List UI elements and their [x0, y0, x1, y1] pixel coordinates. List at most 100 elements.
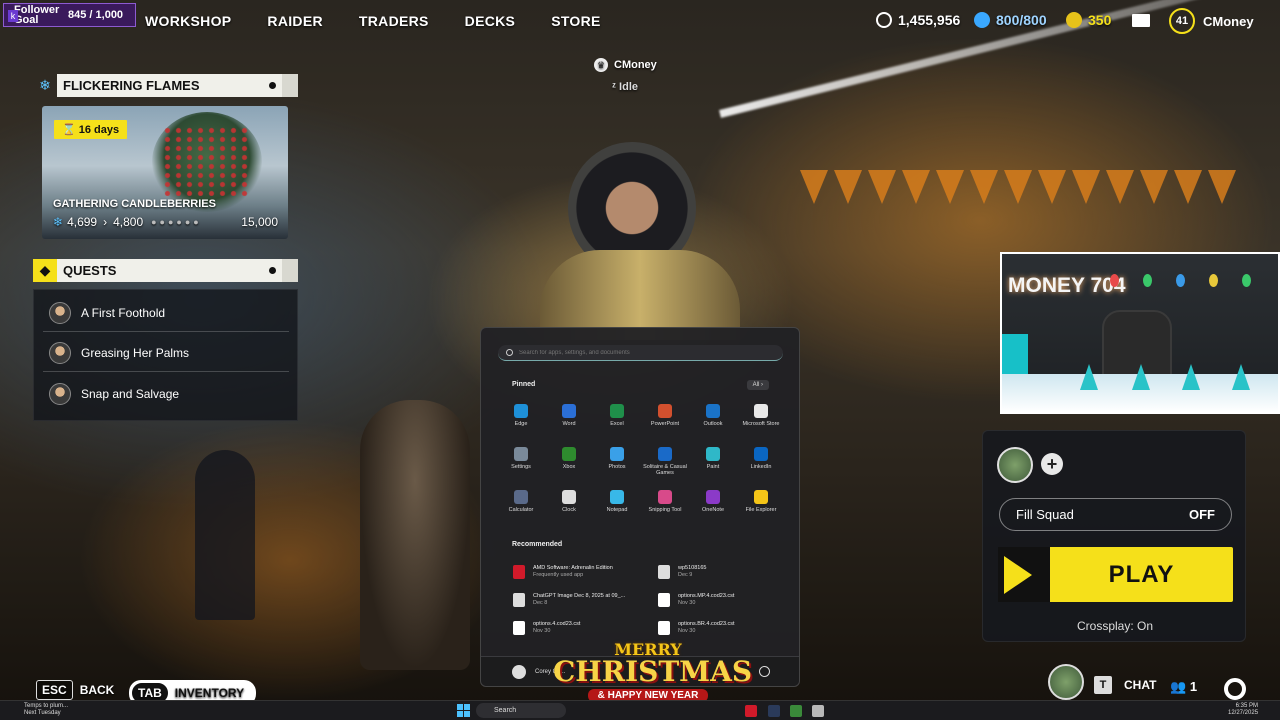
pinned-app-calculator[interactable]: Calculator: [497, 490, 545, 522]
recommended-title: Recommended: [512, 541, 563, 548]
player-tag: ♛ CMoney: [594, 58, 657, 72]
pinned-app-excel[interactable]: Excel: [593, 404, 641, 436]
squad-avatar[interactable]: [997, 447, 1033, 483]
chat-hint[interactable]: T CHAT: [1094, 676, 1156, 694]
quests-header[interactable]: ◆ QUESTS: [33, 259, 298, 282]
fill-squad-toggle[interactable]: Fill Squad OFF: [999, 498, 1232, 531]
pinned-app-snipping-tool[interactable]: Snipping Tool: [641, 490, 689, 522]
taskbar-clock[interactable]: 6:35 PM 12/27/2025: [1228, 703, 1258, 717]
friends-count[interactable]: 👥 1: [1170, 679, 1197, 695]
add-squad-member-button[interactable]: +: [1041, 453, 1063, 475]
mail-icon[interactable]: [1132, 14, 1150, 27]
pinned-app-notepad[interactable]: Notepad: [593, 490, 641, 522]
follower-goal-widget: k Follower Goal 845 / 1,000: [3, 3, 136, 27]
pinned-app-word[interactable]: Word: [545, 404, 593, 436]
recommended-item[interactable]: wp5108165 Dec 9: [658, 565, 798, 587]
pinned-app-label: Snipping Tool: [648, 507, 682, 513]
start-search[interactable]: [498, 345, 783, 361]
quest-item[interactable]: Greasing Her Palms: [43, 335, 289, 372]
amd-icon[interactable]: [745, 705, 757, 717]
pinned-app-label: OneNote: [701, 507, 724, 513]
recommended-item[interactable]: options.MP.4.cod23.cst Nov 30: [658, 593, 798, 615]
gear-icon[interactable]: [1224, 678, 1246, 700]
weather-widget[interactable]: Temps to plum... Next Tuesday: [24, 703, 68, 717]
player-status: ᶻ Idle: [612, 81, 638, 93]
recommended-name: wp5108165: [678, 565, 707, 571]
token-icon: [1066, 12, 1082, 28]
event-name: GATHERING CANDLEBERRIES: [53, 198, 216, 210]
snipping-tool-icon: [658, 490, 672, 504]
windows-taskbar: Temps to plum... Next Tuesday Search 6:3…: [0, 700, 1280, 720]
follower-goal-value: 845 / 1,000: [68, 9, 124, 21]
pinned-app-file-explorer[interactable]: File Explorer: [737, 490, 785, 522]
linkedin-icon: [754, 447, 768, 461]
coin-icon: [876, 12, 892, 28]
start-search-input[interactable]: [519, 349, 769, 356]
pinned-app-solitaire-casual-games[interactable]: Solitaire & Casual Games: [641, 447, 689, 479]
event-header[interactable]: ❄ FLICKERING FLAMES: [33, 74, 298, 97]
search-icon: [506, 349, 513, 356]
user-avatar[interactable]: [512, 665, 526, 679]
event-title: FLICKERING FLAMES: [63, 78, 200, 93]
app-icon[interactable]: [812, 705, 824, 717]
fill-squad-value: OFF: [1189, 507, 1215, 522]
pinned-app-paint[interactable]: Paint: [689, 447, 737, 479]
microsoft-store-icon: [754, 404, 768, 418]
pinned-app-label: Settings: [511, 464, 531, 470]
days-remaining-badge: ⌛ 16 days: [54, 120, 128, 139]
pinned-app-edge[interactable]: Edge: [497, 404, 545, 436]
recommended-sub: Nov 30: [533, 628, 551, 634]
quest-item[interactable]: Snap and Salvage: [43, 375, 289, 412]
profile-name[interactable]: CMoney: [1203, 14, 1254, 29]
nav-workshop[interactable]: WORKSHOP: [145, 13, 231, 29]
recommended-item[interactable]: ChatGPT Image Dec 8, 2025 at 09_... Dec 8: [513, 593, 653, 615]
nav-decks[interactable]: DECKS: [465, 13, 516, 29]
event-card[interactable]: ⌛ 16 days GATHERING CANDLEBERRIES ❄ 4,69…: [42, 106, 288, 239]
recommended-sub: Dec 8: [533, 600, 548, 606]
app-icon[interactable]: [790, 705, 802, 717]
power-icon[interactable]: [759, 666, 770, 677]
play-button[interactable]: PLAY: [998, 547, 1233, 602]
quest-icon: ◆: [33, 259, 57, 282]
progress-max: 15,000: [241, 215, 278, 229]
pinned-app-label: Microsoft Store: [742, 421, 780, 427]
file-icon: [658, 565, 670, 579]
pinned-app-label: Excel: [610, 421, 624, 427]
nav-raider[interactable]: RAIDER: [267, 13, 322, 29]
level-badge[interactable]: 41: [1169, 8, 1195, 34]
friends-icon: 👥: [1170, 679, 1187, 694]
pinned-app-label: Clock: [562, 507, 576, 513]
progress-current: 4,699: [67, 215, 98, 229]
quest-giver-avatar: [49, 342, 71, 364]
tree-icon: [1132, 364, 1150, 390]
snowflake-icon: ❄: [53, 215, 64, 229]
pinned-app-label: Photos: [608, 464, 626, 470]
snowflake-icon: ❄: [39, 77, 51, 93]
steam-icon[interactable]: [768, 705, 780, 717]
pinned-app-microsoft-store[interactable]: Microsoft Store: [737, 404, 785, 436]
nav-traders[interactable]: TRADERS: [359, 13, 429, 29]
pinned-app-settings[interactable]: Settings: [497, 447, 545, 479]
all-apps-button[interactable]: All ›: [746, 380, 769, 390]
nav-store[interactable]: STORE: [551, 13, 600, 29]
taskbar-search[interactable]: Search: [476, 703, 566, 718]
recommended-name: options.MP.4.cod23.cst: [678, 593, 735, 599]
quests-list: A First Foothold Greasing Her Palms Snap…: [33, 289, 298, 421]
player-avatar-small[interactable]: [1048, 664, 1084, 700]
pinned-app-linkedin[interactable]: LinkedIn: [737, 447, 785, 479]
top-bar: k Follower Goal 845 / 1,000 WORKSHOP RAI…: [0, 0, 1280, 42]
xmas-line2: CHRISTMAS: [553, 655, 753, 688]
pinned-app-clock[interactable]: Clock: [545, 490, 593, 522]
pinned-app-onenote[interactable]: OneNote: [689, 490, 737, 522]
quest-item[interactable]: A First Foothold: [43, 295, 289, 332]
back-hint[interactable]: ESC BACK: [36, 680, 114, 700]
tokens-value: 350: [1088, 12, 1112, 28]
windows-start-icon[interactable]: [457, 704, 470, 717]
pinned-app-xbox[interactable]: Xbox: [545, 447, 593, 479]
background-figure: [195, 450, 255, 620]
recommended-item[interactable]: AMD Software: Adrenalin Edition Frequentl…: [513, 565, 653, 587]
pinned-app-photos[interactable]: Photos: [593, 447, 641, 479]
pinned-app-powerpoint[interactable]: PowerPoint: [641, 404, 689, 436]
pinned-app-outlook[interactable]: Outlook: [689, 404, 737, 436]
quest-label: Greasing Her Palms: [81, 346, 190, 360]
